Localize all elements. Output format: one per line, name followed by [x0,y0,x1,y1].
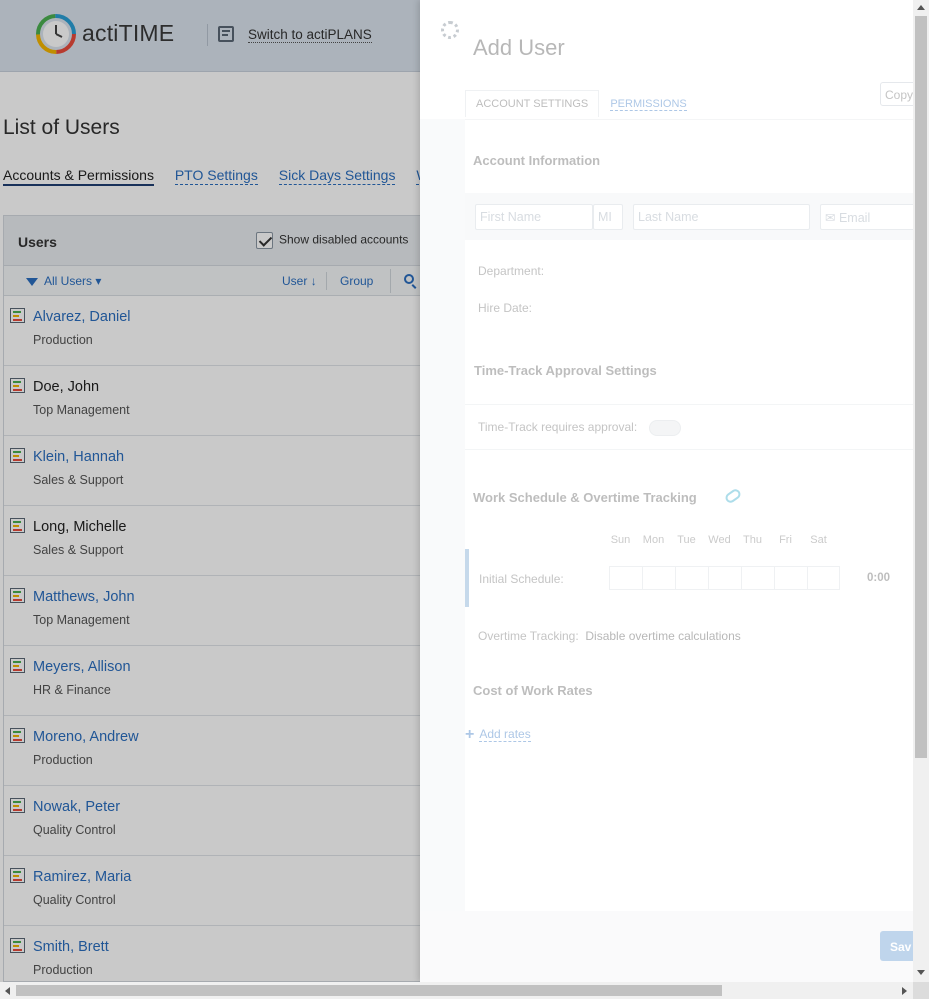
drawer-tabs: ACCOUNT SETTINGS PERMISSIONS [465,90,691,120]
weekday-label: Sat [810,534,827,546]
requires-approval-label: Time-Track requires approval: [478,420,638,434]
account-information-heading: Account Information [473,153,601,168]
weekday-label: Sun [610,534,631,546]
horizontal-scroll-thumb[interactable] [16,985,722,996]
users-page: actiTIME Switch to actiPLANS List of Use… [0,0,420,982]
scroll-left-arrow-icon[interactable] [5,987,10,995]
loading-spinner-icon [441,21,459,39]
schedule-total: 0:00 [867,572,891,584]
schedule-input-tue[interactable] [675,566,708,590]
initial-schedule-label: Initial Schedule: [479,572,564,586]
name-fields-row: First Name MI Last Name ✉ Email [465,193,913,240]
schedule-input-sat[interactable] [807,566,840,590]
weekday-label: Tue [677,534,696,546]
schedule-input-sun[interactable] [609,566,642,590]
vertical-scrollbar[interactable] [913,0,929,982]
cost-of-work-rates-heading: Cost of Work Rates [473,683,593,698]
department-label: Department: [478,264,545,278]
weekday-label: Thu [743,534,762,546]
schedule-input-wed[interactable] [708,566,741,590]
plus-icon: + [465,726,475,743]
last-name-field[interactable]: Last Name [633,204,810,230]
scroll-right-arrow-icon[interactable] [902,987,907,995]
add-rates-label: Add rates [479,727,531,743]
first-name-field[interactable]: First Name [475,204,593,230]
hire-date-label: Hire Date: [478,301,533,315]
copy-button[interactable]: Copy [880,82,913,106]
scroll-down-arrow-icon[interactable] [917,970,925,975]
drawer-footer [420,911,913,982]
save-button[interactable]: Sav [880,931,913,961]
horizontal-scrollbar[interactable] [0,982,913,999]
overtime-tracking: Overtime Tracking: Disable overtime calc… [478,629,741,643]
schedule-input-thu[interactable] [741,566,774,590]
modal-overlay[interactable] [0,0,420,982]
initial-schedule-row: Initial Schedule: 0:00 [465,549,913,607]
drawer-title: Add User [473,35,565,60]
add-rates-link[interactable]: + Add rates [465,726,531,744]
schedule-input-fri[interactable] [774,566,807,590]
weekday-label: Mon [642,534,665,546]
tab-account-settings[interactable]: ACCOUNT SETTINGS [465,90,600,117]
middle-initial-field[interactable]: MI [593,204,623,230]
scrollbar-corner [913,982,929,999]
schedule-input-mon[interactable] [642,566,675,590]
time-track-approval-heading: Time-Track Approval Settings [474,363,657,378]
tab-permissions[interactable]: PERMISSIONS [610,98,687,111]
weekday-headers: Sun Mon Tue Wed Thu Fri Sat [604,534,835,546]
schedule-day-inputs [609,566,840,590]
vertical-scroll-thumb[interactable] [915,16,927,758]
envelope-icon: ✉ [825,211,836,225]
overtime-tracking-value[interactable]: Disable overtime calculations [585,629,740,643]
approval-toggle[interactable] [649,420,681,436]
work-schedule-heading: Work Schedule & Overtime Tracking [473,490,697,505]
email-placeholder: Email [838,211,871,225]
weekday-label: Wed [708,534,731,546]
email-field[interactable]: ✉ Email [820,204,913,230]
scroll-up-arrow-icon[interactable] [917,5,925,10]
weekday-label: Fri [779,534,792,546]
add-user-drawer: Add User Copy ACCOUNT SETTINGS PERMISSIO… [420,0,913,982]
divider [465,449,913,450]
divider [465,404,913,405]
overtime-tracking-label: Overtime Tracking: [478,629,579,643]
